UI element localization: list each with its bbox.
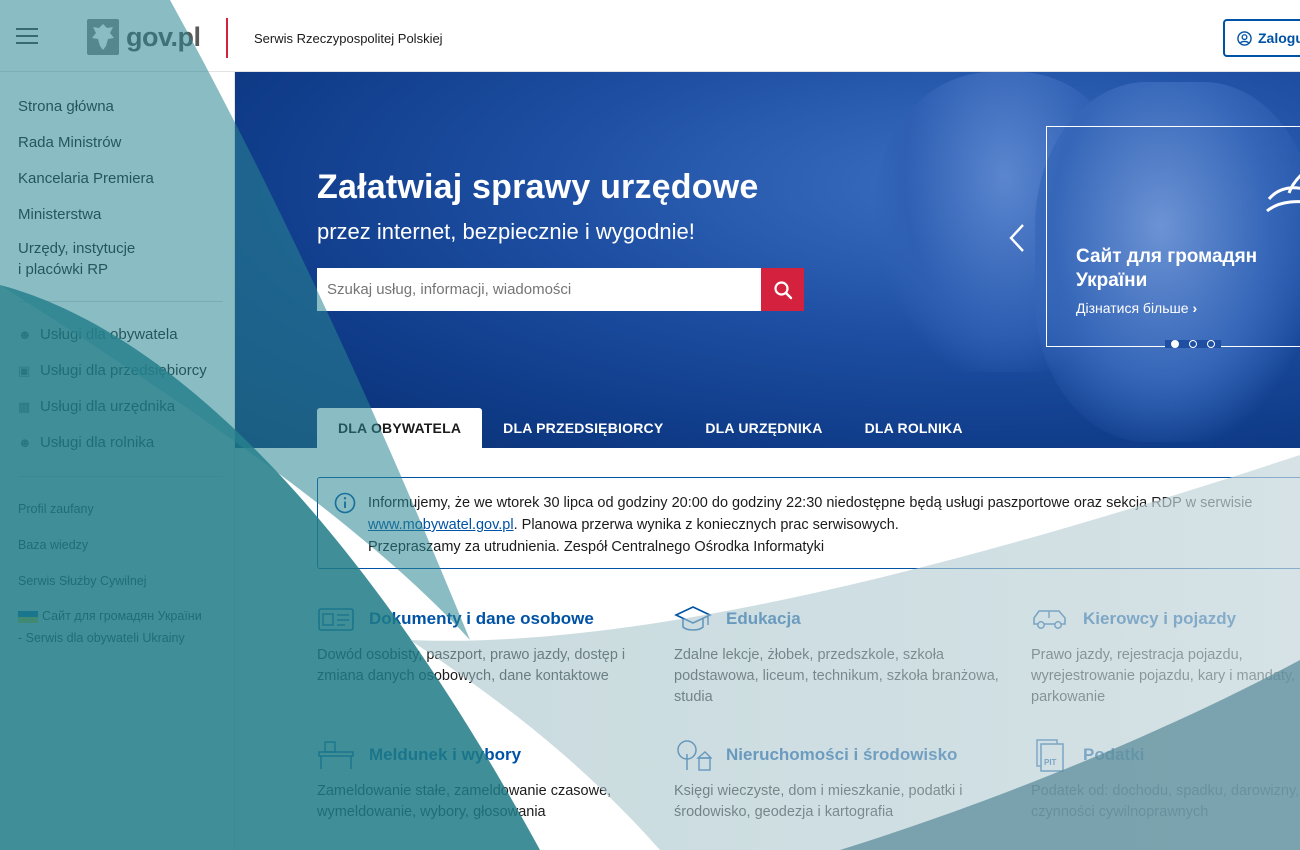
category-description: Księgi wieczyste, dom i mieszkanie, poda… bbox=[674, 783, 963, 820]
eagle-emblem-icon bbox=[87, 19, 119, 55]
category-description: Dowód osobisty, paszport, prawo jazdy, d… bbox=[317, 647, 626, 684]
logo-divider bbox=[226, 18, 228, 58]
tab-official[interactable]: DLA URZĘDNIKA bbox=[684, 408, 843, 448]
audience-tabs: DLA OBYWATELA DLA PRZEDSIĘBIORCY DLA URZ… bbox=[317, 408, 984, 448]
hero-banner: Załatwiaj sprawy urzędowe przez internet… bbox=[235, 72, 1300, 448]
desk-icon bbox=[318, 741, 354, 769]
tab-entrepreneur[interactable]: DLA PRZEDSIĘBIORCY bbox=[482, 408, 684, 448]
graduation-cap-icon bbox=[674, 606, 712, 631]
sidebar-item-civil-service[interactable]: Serwis Służby Cywilnej bbox=[18, 571, 147, 592]
carousel-dot[interactable] bbox=[1189, 340, 1197, 348]
promo-learn-more-link[interactable]: Дізнатися більше › bbox=[1076, 300, 1197, 316]
sidebar-service-label: Usługi dla rolnika bbox=[40, 434, 155, 451]
sidebar-item-knowledge-base[interactable]: Baza wiedzy bbox=[18, 535, 88, 556]
carousel-dot[interactable] bbox=[1171, 340, 1179, 348]
ukraine-flag-icon bbox=[18, 610, 38, 623]
sidebar-item-business-services[interactable]: ▣ Usługi dla przedsiębiorcy bbox=[18, 362, 207, 379]
chevron-right-icon: › bbox=[1192, 300, 1198, 316]
sidebar: Strona główna Rada Ministrów Kancelaria … bbox=[0, 72, 235, 850]
svg-text:PIT: PIT bbox=[1044, 758, 1057, 767]
carousel-dot[interactable] bbox=[1207, 340, 1215, 348]
sidebar-item-farmer-services[interactable]: ☻ Usługi dla rolnika bbox=[18, 434, 154, 451]
sidebar-service-label: Usługi dla urzędnika bbox=[40, 398, 176, 415]
sidebar-item-ukraine-subtitle[interactable]: - Serwis dla obywateli Ukrainy bbox=[18, 628, 185, 649]
category-taxes[interactable]: PIT Podatki Podatek od: dochodu, spadku,… bbox=[1031, 737, 1300, 823]
category-documents[interactable]: Dokumenty i dane osobowe Dowód osobisty,… bbox=[317, 601, 647, 687]
login-button[interactable]: Zalogu bbox=[1223, 19, 1300, 57]
promo-title: Сайт для громадян України bbox=[1076, 246, 1258, 291]
briefcase-icon: ▣ bbox=[18, 362, 31, 378]
search-input[interactable] bbox=[317, 268, 761, 311]
person-icon: ☻ bbox=[18, 326, 32, 342]
promo-link-label: Дізнатися більше bbox=[1076, 300, 1189, 316]
notice-text: Informujemy, że we wtorek 30 lipca od go… bbox=[368, 492, 1300, 558]
logo-text: gov.pl bbox=[126, 21, 201, 52]
sidebar-item-official-services[interactable]: ▩ Usługi dla urzędnika bbox=[18, 398, 175, 415]
top-header: gov.pl Serwis Rzeczypospolitej Polskiej … bbox=[0, 0, 1300, 72]
sidebar-item-council[interactable]: Rada Ministrów bbox=[18, 132, 121, 153]
pit-document-icon: PIT bbox=[1036, 739, 1064, 772]
search-icon bbox=[773, 280, 792, 299]
category-description: Podatek od: dochodu, spadku, darowizny, … bbox=[1031, 783, 1300, 820]
category-registration[interactable]: Meldunek i wybory Zameldowanie stałe, za… bbox=[317, 737, 647, 823]
hand-heart-icon bbox=[1266, 173, 1300, 213]
sidebar-item-trusted-profile[interactable]: Profil zaufany bbox=[18, 499, 94, 520]
gov-logo[interactable]: gov.pl bbox=[86, 18, 201, 56]
login-label: Zalogu bbox=[1258, 30, 1300, 46]
category-title: Kierowcy i pojazdy bbox=[1083, 609, 1237, 628]
hero-title: Załatwiaj sprawy urzędowe bbox=[317, 168, 759, 206]
carousel-prev-arrow-icon[interactable] bbox=[1007, 222, 1027, 254]
hamburger-menu-icon[interactable] bbox=[16, 28, 38, 44]
category-description: Zameldowanie stałe, zameldowanie czasowe… bbox=[317, 783, 612, 820]
id-card-icon bbox=[318, 608, 354, 631]
header-subtitle: Serwis Rzeczypospolitej Polskiej bbox=[254, 31, 443, 46]
monitor-icon: ▩ bbox=[18, 398, 31, 414]
category-education[interactable]: Edukacja Zdalne lekcje, żłobek, przedszk… bbox=[674, 601, 1004, 708]
sidebar-divider bbox=[18, 301, 223, 302]
category-drivers[interactable]: Kierowcy i pojazdy Prawo jazdy, rejestra… bbox=[1031, 601, 1300, 708]
sidebar-item-chancellery[interactable]: Kancelaria Premiera bbox=[18, 168, 154, 189]
category-title: Meldunek i wybory bbox=[369, 745, 522, 764]
category-description: Zdalne lekcje, żłobek, przedszkole, szko… bbox=[674, 647, 999, 705]
sidebar-item-citizen-services[interactable]: ☻ Usługi dla obywatela bbox=[18, 326, 178, 343]
category-description: Prawo jazdy, rejestracja pojazdu, wyreje… bbox=[1031, 647, 1296, 705]
category-real-estate[interactable]: Nieruchomości i środowisko Księgi wieczy… bbox=[674, 737, 1004, 823]
hero-subtitle: przez internet, bezpiecznie i wygodnie! bbox=[317, 219, 695, 244]
search-button[interactable] bbox=[761, 268, 804, 311]
carousel-dots bbox=[1165, 340, 1221, 348]
farmer-icon: ☻ bbox=[18, 434, 32, 450]
info-icon bbox=[334, 492, 356, 514]
notice-line-1: Informujemy, że we wtorek 30 lipca od go… bbox=[368, 495, 1253, 511]
category-title: Podatki bbox=[1083, 745, 1145, 764]
ukraine-site-label: Сайт для громадян України bbox=[42, 609, 202, 623]
sidebar-item-offices[interactable]: Urzędy, instytucje i placówki RP bbox=[18, 238, 135, 280]
car-icon bbox=[1033, 610, 1066, 629]
tree-house-icon bbox=[677, 740, 712, 771]
notice-line-2: . Planowa przerwa wynika z koniecznych p… bbox=[513, 517, 899, 533]
notice-line-3: Przepraszamy za utrudnienia. Zespół Cent… bbox=[368, 539, 825, 555]
category-title: Dokumenty i dane osobowe bbox=[369, 609, 594, 628]
tab-citizen[interactable]: DLA OBYWATELA bbox=[317, 408, 483, 448]
user-circle-icon bbox=[1237, 30, 1252, 46]
sidebar-service-label: Usługi dla obywatela bbox=[40, 326, 178, 343]
maintenance-notice: Informujemy, że we wtorek 30 lipca od go… bbox=[317, 477, 1300, 569]
promo-card-ukraine[interactable]: Сайт для громадян України Дізнатися біль… bbox=[1046, 126, 1300, 347]
sidebar-divider bbox=[18, 476, 223, 477]
page: gov.pl Serwis Rzeczypospolitej Polskiej … bbox=[0, 0, 1300, 850]
mobywatel-link[interactable]: www.mobywatel.gov.pl bbox=[368, 517, 514, 533]
sidebar-service-label: Usługi dla przedsiębiorcy bbox=[40, 362, 207, 379]
sidebar-item-home[interactable]: Strona główna bbox=[18, 96, 114, 117]
category-title: Nieruchomości i środowisko bbox=[726, 745, 958, 764]
sidebar-item-ukraine-site[interactable]: Сайт для громадян України bbox=[18, 606, 202, 627]
tab-farmer[interactable]: DLA ROLNIKA bbox=[844, 408, 984, 448]
sidebar-item-ministries[interactable]: Ministerstwa bbox=[18, 204, 101, 225]
category-title: Edukacja bbox=[726, 609, 801, 628]
